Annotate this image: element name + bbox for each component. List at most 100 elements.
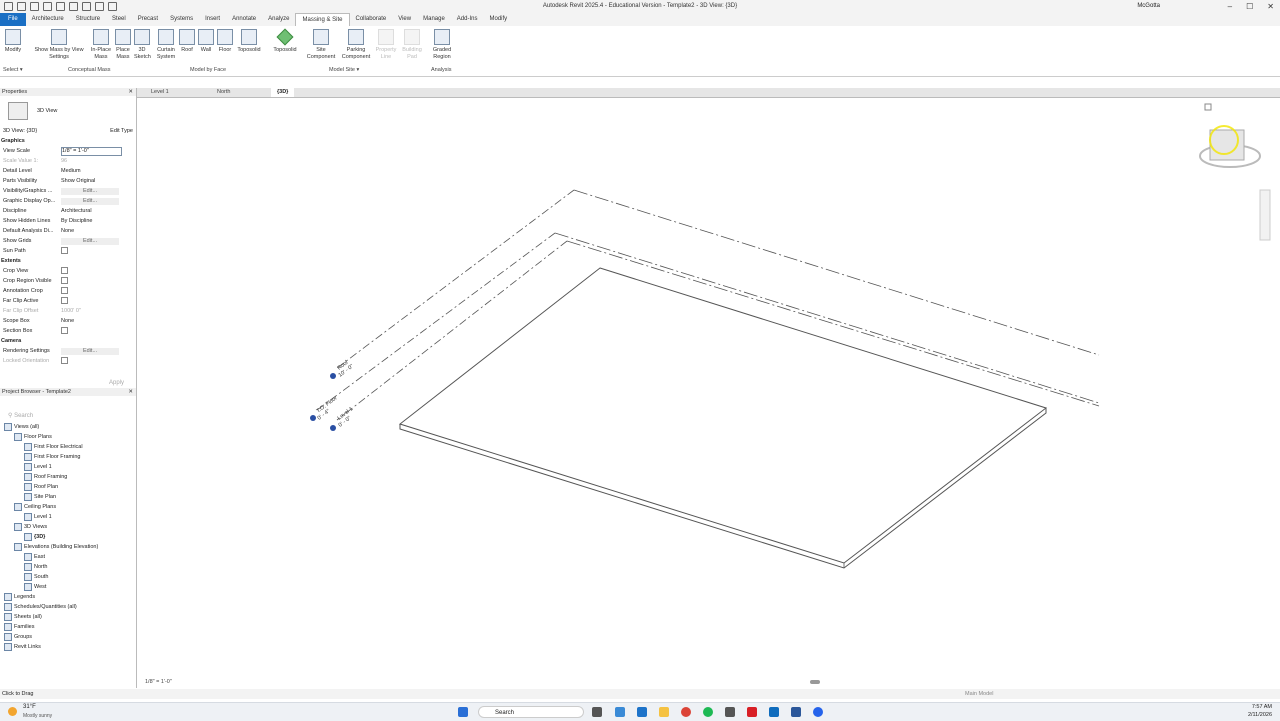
edit-button[interactable]: Edit... <box>61 348 119 355</box>
tofloor-level-head[interactable] <box>310 415 316 421</box>
roof-level-head[interactable] <box>330 373 336 379</box>
property-row[interactable]: View Scale 1/8" = 1'-0" <box>0 146 136 156</box>
tab-systems[interactable]: Systems <box>164 13 199 26</box>
3d-view-canvas[interactable]: Roof 10' - 0" T.O. Floor 0' - 4" Level 1… <box>137 98 1280 678</box>
curtain-system-button[interactable]: Curtain System <box>154 29 178 61</box>
building-pad-button[interactable]: Building Pad <box>400 29 424 61</box>
property-value[interactable]: Edit... <box>61 186 136 196</box>
weather-icon[interactable] <box>8 707 17 716</box>
property-row[interactable]: Far Clip Active <box>0 296 136 306</box>
property-row[interactable]: Far Clip Offset 1000' 0" <box>0 306 136 316</box>
home-icon[interactable] <box>1204 103 1212 111</box>
property-row[interactable]: Parts Visibility Show Original <box>0 176 136 186</box>
checkbox[interactable] <box>61 287 68 295</box>
tree-item[interactable]: Ceiling Plans <box>0 502 136 512</box>
taskbar-search[interactable]: Search <box>478 706 584 718</box>
navigation-bar[interactable] <box>1259 189 1271 241</box>
model-site-panel-label[interactable]: Model Site ▾ <box>329 67 359 73</box>
property-value[interactable]: Medium <box>61 166 136 176</box>
tree-item[interactable]: Site Plan <box>0 492 136 502</box>
tree-item[interactable]: 3D Views <box>0 522 136 532</box>
maximize-icon[interactable]: ☐ <box>1246 2 1253 11</box>
wall-button[interactable]: Wall <box>198 29 214 54</box>
tree-item[interactable]: First Floor Framing <box>0 452 136 462</box>
property-value[interactable]: 96 <box>61 156 136 166</box>
checkbox[interactable] <box>61 267 68 275</box>
property-value[interactable]: By Discipline <box>61 216 136 226</box>
checkbox[interactable] <box>61 357 68 365</box>
edit-button[interactable]: Edit... <box>61 238 119 245</box>
property-row[interactable]: Show Hidden Lines By Discipline <box>0 216 136 226</box>
tree-item[interactable]: Floor Plans <box>0 432 136 442</box>
close-icon[interactable]: ✕ <box>128 88 133 96</box>
graphics-section[interactable]: Graphics <box>0 136 136 146</box>
property-row[interactable]: Section Box <box>0 326 136 336</box>
property-row[interactable]: Visibility/Graphics ... Edit... <box>0 186 136 196</box>
property-value[interactable]: Architectural <box>61 206 136 216</box>
tab-manage[interactable]: Manage <box>417 13 451 26</box>
checkbox[interactable] <box>61 297 68 305</box>
property-row[interactable]: Crop Region Visible <box>0 276 136 286</box>
tree-item[interactable]: West <box>0 582 136 592</box>
graded-region-button[interactable]: Graded Region <box>428 29 456 61</box>
inplace-mass-button[interactable]: In-Place Mass <box>90 29 112 61</box>
select-panel-label[interactable]: Select ▾ <box>3 67 23 73</box>
tab-massing-site[interactable]: Massing & Site <box>295 12 350 27</box>
edit-type-button[interactable]: Edit Type <box>61 126 136 136</box>
property-value[interactable] <box>61 296 136 306</box>
property-value[interactable]: Edit... <box>61 196 136 206</box>
outlook-icon[interactable] <box>769 707 779 717</box>
clock-time[interactable]: 7:57 AM <box>1252 704 1272 710</box>
tab-annotate[interactable]: Annotate <box>226 13 262 26</box>
property-row[interactable]: Show Grids Edit... <box>0 236 136 246</box>
property-value[interactable] <box>61 326 136 336</box>
task-view-icon[interactable] <box>592 707 602 717</box>
tree-item[interactable]: Views (all) <box>0 422 136 432</box>
windows-start-icon[interactable] <box>458 707 468 717</box>
chrome-icon[interactable] <box>681 707 691 717</box>
floor-button[interactable]: Floor <box>217 29 233 54</box>
property-value[interactable] <box>61 286 136 296</box>
tab-architecture[interactable]: Architecture <box>26 13 70 26</box>
minimize-icon[interactable]: – <box>1228 2 1232 11</box>
property-value[interactable]: None <box>61 226 136 236</box>
property-row[interactable]: Locked Orientation <box>0 356 136 366</box>
tab-structure[interactable]: Structure <box>70 13 106 26</box>
spotify-icon[interactable] <box>703 707 713 717</box>
tab-add-ins[interactable]: Add-Ins <box>451 13 484 26</box>
tab-modify[interactable]: Modify <box>483 13 513 26</box>
property-row[interactable]: Default Analysis Di... None <box>0 226 136 236</box>
level1-level-head[interactable] <box>330 425 336 431</box>
property-row[interactable]: Sun Path <box>0 246 136 256</box>
tab-analyze[interactable]: Analyze <box>262 13 295 26</box>
place-mass-button[interactable]: Place Mass <box>114 29 132 61</box>
tree-item[interactable]: Level 1 <box>0 512 136 522</box>
tree-item[interactable]: Roof Plan <box>0 482 136 492</box>
property-row[interactable]: Graphic Display Op... Edit... <box>0 196 136 206</box>
property-row[interactable]: Rendering Settings Edit... <box>0 346 136 356</box>
tree-item[interactable]: Roof Framing <box>0 472 136 482</box>
apply-button[interactable]: Apply <box>109 380 124 386</box>
tree-item[interactable]: Schedules/Quantities (all) <box>0 602 136 612</box>
file-explorer-icon[interactable] <box>659 707 669 717</box>
checkbox[interactable] <box>61 247 68 255</box>
property-row[interactable]: Discipline Architectural <box>0 206 136 216</box>
type-selector[interactable]: 3D View <box>0 96 136 126</box>
word-icon[interactable] <box>791 707 801 717</box>
property-row[interactable]: Scope Box None <box>0 316 136 326</box>
property-value[interactable]: Show Original <box>61 176 136 186</box>
tree-item[interactable]: South <box>0 572 136 582</box>
camera-section[interactable]: Camera <box>0 336 136 346</box>
property-value[interactable]: Edit... <box>61 236 136 246</box>
tab-3d[interactable]: {3D} <box>271 88 295 97</box>
extents-section[interactable]: Extents <box>0 256 136 266</box>
tab-steel[interactable]: Steel <box>106 13 132 26</box>
tree-item[interactable]: Families <box>0 622 136 632</box>
edit-button[interactable]: Edit... <box>61 198 119 205</box>
property-value[interactable]: Edit... <box>61 346 136 356</box>
clock-date[interactable]: 2/11/2026 <box>1248 712 1272 718</box>
property-row[interactable]: Crop View <box>0 266 136 276</box>
tree-item[interactable]: Sheets (all) <box>0 612 136 622</box>
toposolid-button[interactable]: Toposolid <box>270 28 300 54</box>
tree-item[interactable]: First Floor Electrical <box>0 442 136 452</box>
